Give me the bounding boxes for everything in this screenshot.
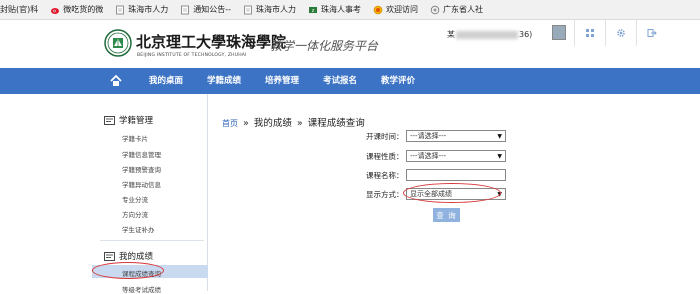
annotation-ellipse: [92, 262, 164, 279]
bookmark-6-label: 欢迎访问: [386, 5, 419, 14]
dropdown-arrow-icon: ▼: [497, 152, 502, 160]
breadcrumb-separator: »: [243, 118, 249, 129]
bookmark-5-label: 珠海人事考: [321, 5, 362, 14]
card-icon: [104, 115, 115, 125]
bookmark-1-label: 微吃货的微: [63, 5, 104, 14]
term-select[interactable]: ---请选择--- ▼: [406, 130, 506, 142]
logout-icon[interactable]: [636, 20, 667, 46]
page-icon: z: [308, 5, 318, 15]
form-row-term: 开课时间： ---请选择--- ▼: [366, 130, 506, 142]
user-name-prefix: 某: [447, 30, 455, 39]
nature-select[interactable]: ---请选择--- ▼: [406, 150, 506, 162]
weibo-icon: [50, 5, 60, 15]
gear-icon[interactable]: [605, 20, 636, 46]
bookmark-7-label: 广东省人社: [443, 5, 484, 14]
emblem-icon: [430, 5, 440, 15]
breadcrumb-my-grades[interactable]: 我的成绩: [254, 118, 292, 129]
sidebar-section-my-grades[interactable]: 我的成绩: [104, 250, 153, 262]
bookmark-1[interactable]: 微吃货的微: [50, 4, 103, 15]
school-name-en: BEIJING INSTITUTE OF TECHNOLOGY, ZHUHAI: [137, 53, 247, 58]
display-label: 显示方式：: [366, 189, 404, 199]
nav-exam-registration[interactable]: 考试报名: [323, 74, 357, 86]
term-label: 开课时间：: [366, 131, 404, 141]
sidebar-link[interactable]: 专业分流: [122, 194, 148, 204]
user-name-suffix: 36): [519, 30, 533, 39]
page-icon: [180, 5, 190, 15]
course-name-input[interactable]: [406, 169, 506, 181]
nav-teaching-evaluation[interactable]: 教学评价: [381, 74, 415, 86]
platform-title: 教学一体化服务平台: [270, 39, 379, 53]
bookmark-0-label: 封贴(官)科: [0, 5, 39, 14]
form-row-course-name: 课程名称：: [366, 169, 506, 181]
globe-icon: [373, 5, 383, 15]
page-icon: [243, 5, 253, 15]
breadcrumb-separator: »: [296, 118, 303, 129]
annotation-ellipse: [403, 183, 501, 203]
sidebar: 学籍管理 学籍卡片 学籍信息管理 学籍预警查询 学籍异动信息 专业分流 方向分流…: [92, 94, 208, 294]
sidebar-divider: [100, 240, 204, 241]
sidebar-link[interactable]: 学籍卡片: [122, 133, 148, 143]
course-name-label: 课程名称：: [366, 170, 404, 180]
page-icon: [115, 5, 125, 15]
bookmark-3[interactable]: 通知公告--: [180, 4, 231, 15]
bookmark-6[interactable]: 欢迎访问: [373, 4, 418, 15]
bookmark-4[interactable]: 珠海市人力: [243, 4, 296, 15]
nav-training-management[interactable]: 培养管理: [265, 74, 299, 86]
nature-label: 课程性质：: [366, 151, 404, 161]
bookmark-4-label: 珠海市人力: [256, 5, 297, 14]
form-row-nature: 课程性质： ---请选择--- ▼: [366, 150, 506, 162]
term-select-value: ---请选择---: [410, 132, 447, 140]
avatar[interactable]: [552, 25, 566, 40]
sidebar-link[interactable]: 学籍异动信息: [122, 179, 161, 189]
svg-text:z: z: [312, 8, 315, 14]
breadcrumb-home[interactable]: 首页: [222, 119, 238, 128]
bookmark-0[interactable]: 封贴(官)科: [0, 4, 38, 15]
school-seal-logo: [104, 29, 132, 57]
user-name-redacted: [456, 30, 518, 39]
sidebar-link[interactable]: 学籍预警查询: [122, 164, 161, 174]
sidebar-link[interactable]: 学生证补办: [122, 224, 155, 234]
breadcrumb-current: 课程成绩查询: [307, 118, 365, 129]
home-icon[interactable]: [109, 74, 123, 88]
header-icon-bar: [574, 20, 700, 48]
bookmark-5[interactable]: z 珠海人事考: [308, 4, 361, 15]
sidebar-section1-title: 学籍管理: [119, 116, 154, 126]
bookmark-3-label: 通知公告--: [193, 5, 232, 14]
nav-academic-records[interactable]: 学籍成绩: [207, 74, 241, 86]
query-button[interactable]: 查 询: [433, 208, 460, 222]
school-name-cn: 北京理工大學珠海學院: [136, 33, 287, 51]
bookmark-2-label: 珠海市人力: [128, 5, 169, 14]
nature-select-value: ---请选择---: [410, 152, 447, 160]
bookmark-2[interactable]: 珠海市人力: [115, 4, 168, 15]
bookmarks-bar: 封贴(官)科 微吃货的微 珠海市人力 通知公告-- 珠海市人力 z 珠海人事考: [0, 0, 700, 20]
sidebar-section-student-status[interactable]: 学籍管理: [104, 114, 153, 126]
grid-icon[interactable]: [574, 20, 605, 46]
main-nav: 我的桌面 学籍成绩 培养管理 考试报名 教学评价: [0, 68, 700, 94]
sidebar-link[interactable]: 等级考试成绩: [122, 284, 161, 294]
site-header: 北京理工大學珠海學院 BEIJING INSTITUTE OF TECHNOLO…: [0, 20, 700, 68]
breadcrumb: 首页 » 我的成绩 » 课程成绩查询: [222, 115, 365, 129]
nav-desktop[interactable]: 我的桌面: [149, 74, 183, 86]
sidebar-link[interactable]: 方向分流: [122, 209, 148, 219]
sidebar-link[interactable]: 学籍信息管理: [122, 149, 161, 159]
card-icon: [104, 251, 115, 261]
bookmark-7[interactable]: 广东省人社: [430, 4, 483, 15]
sidebar-section2-title: 我的成绩: [119, 252, 154, 262]
dropdown-arrow-icon: ▼: [497, 132, 502, 140]
user-info: 某 36): [447, 29, 532, 40]
